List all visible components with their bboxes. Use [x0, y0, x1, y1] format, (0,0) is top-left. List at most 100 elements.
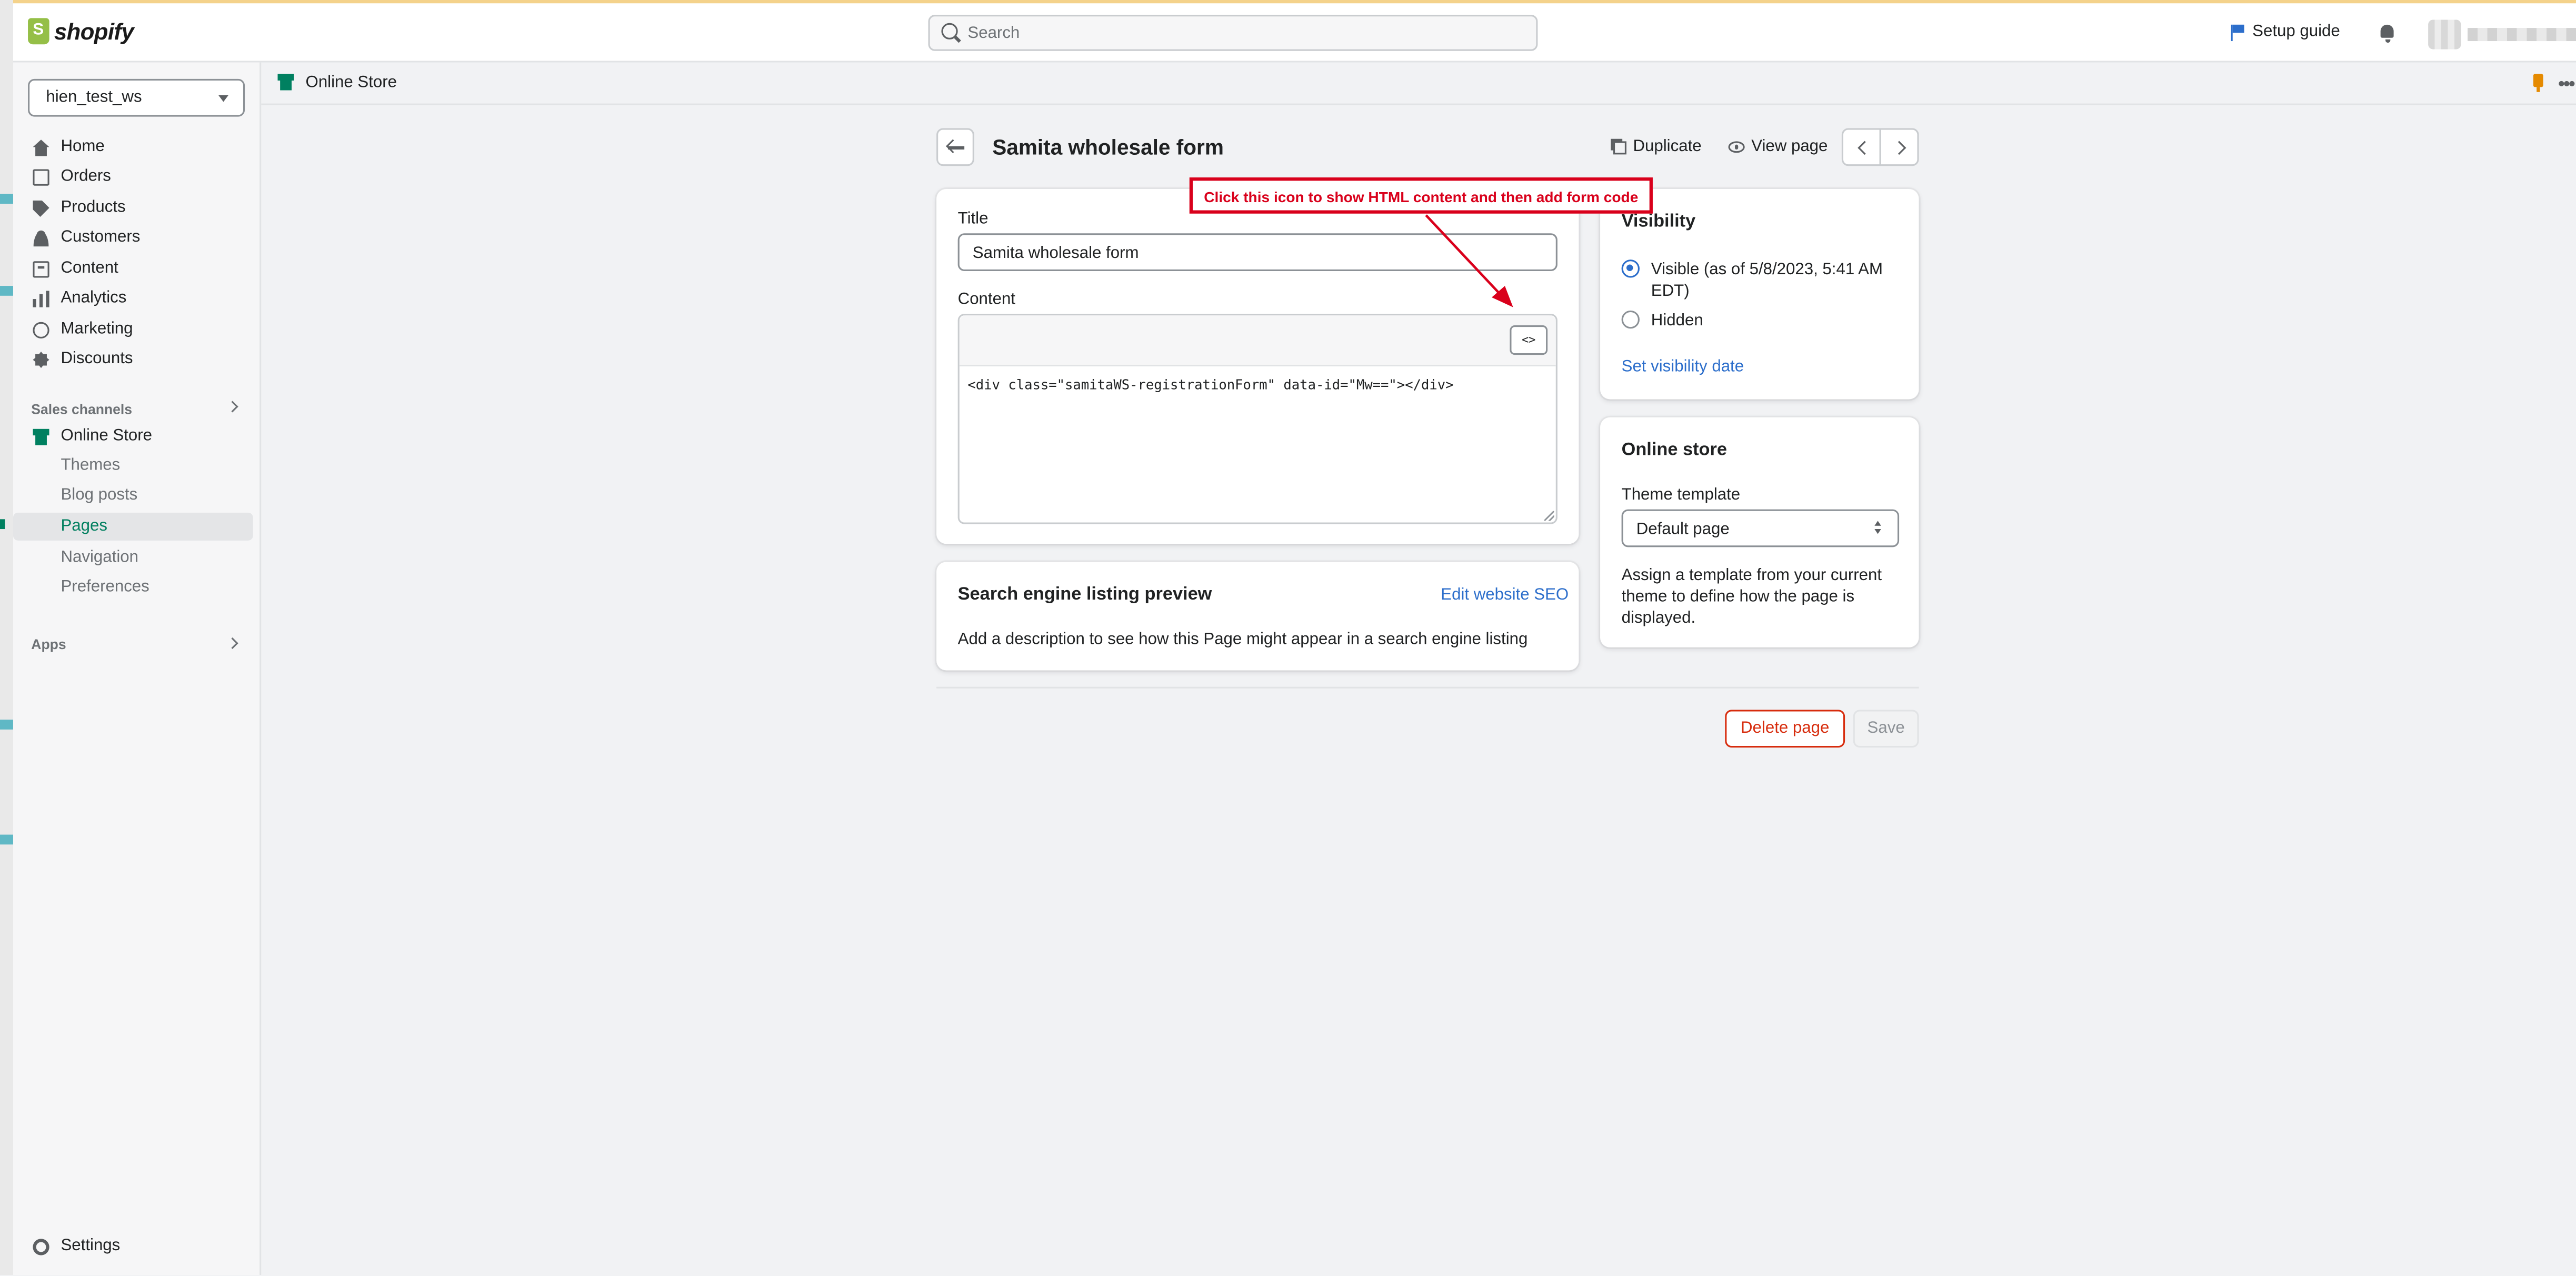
orders-icon [33, 169, 49, 186]
sidebar-item-discounts[interactable]: Discounts [13, 345, 253, 374]
content-editor[interactable]: <> <div class="samitaWS-registrationForm… [957, 314, 1557, 524]
visible-radio[interactable] [1621, 260, 1640, 278]
annotation-callout: Click this icon to show HTML content and… [1189, 177, 1653, 214]
seo-heading: Search engine listing preview [957, 585, 1212, 605]
gear-icon [33, 1239, 49, 1255]
theme-template-select[interactable]: Default page [1621, 509, 1900, 547]
sidebar-item-analytics[interactable]: Analytics [13, 284, 253, 314]
account-name-redacted[interactable] [2468, 28, 2576, 42]
store-selector[interactable]: hien_test_ws [28, 78, 245, 117]
sidebar-subitem-pages[interactable]: Pages [13, 512, 253, 541]
content-icon [33, 261, 49, 278]
sidebar-item-marketing[interactable]: Marketing [13, 315, 253, 345]
sidebar-subitem-navigation[interactable]: Navigation [13, 544, 253, 572]
background-decor [0, 720, 13, 730]
select-arrows-icon [1874, 521, 1883, 535]
duplicate-label: Duplicate [1633, 138, 1702, 156]
sales-channels-heading: Sales channels [31, 401, 133, 417]
sidebar-subitem-preferences[interactable]: Preferences [13, 573, 253, 601]
breadcrumb-label[interactable]: Online Store [306, 74, 397, 92]
setup-guide-label: Setup guide [2252, 23, 2340, 42]
sidebar-item-customers[interactable]: Customers [13, 223, 253, 253]
set-visibility-date-link[interactable]: Set visibility date [1622, 358, 1744, 376]
sidebar-subitem-themes[interactable]: Themes [13, 452, 253, 480]
sidebar-item-label: Analytics [61, 289, 127, 307]
duplicate-button[interactable]: Duplicate [1613, 138, 1702, 156]
sidebar-item-label: Discounts [61, 350, 133, 368]
title-input[interactable]: Samita wholesale form [957, 233, 1557, 271]
pin-icon[interactable] [2533, 74, 2543, 92]
background-decor [0, 286, 13, 296]
hidden-label: Hidden [1651, 312, 1703, 331]
content-label: Content [957, 291, 1015, 309]
view-page-button[interactable]: View page [1728, 138, 1828, 156]
visibility-card: Visibility Visible (as of 5/8/2023, 5:41… [1600, 188, 1919, 400]
sidebar-subitem-label: Themes [61, 456, 121, 475]
seo-card: Search engine listing preview Edit websi… [936, 562, 1579, 671]
background-decor [0, 194, 13, 204]
eye-icon [1728, 141, 1745, 153]
sidebar-item-label: Marketing [61, 320, 133, 338]
search-placeholder: Search [967, 24, 1020, 43]
edit-seo-link[interactable]: Edit website SEO [1441, 586, 1569, 604]
sidebar-item-online-store[interactable]: Online Store [13, 422, 253, 452]
more-horizontal-icon[interactable]: ••• [2558, 72, 2575, 95]
next-page-button[interactable] [1879, 128, 1919, 166]
store-icon [33, 428, 49, 445]
stage: shopify Search Setup guide hien_test_ws … [0, 0, 2576, 1275]
sidebar-item-home[interactable]: Home [13, 133, 253, 163]
home-icon [33, 139, 49, 156]
tag-icon [33, 200, 49, 217]
editor-toolbar: <> [959, 315, 1556, 367]
shopify-bag-icon [28, 18, 49, 45]
resize-handle[interactable] [1544, 511, 1554, 521]
back-button[interactable] [936, 128, 974, 166]
page-title: Samita wholesale form [992, 134, 1224, 160]
background-decor [0, 519, 5, 530]
target-icon [33, 322, 49, 338]
hidden-radio[interactable] [1621, 310, 1640, 329]
shopify-logo[interactable]: shopify [28, 18, 134, 45]
delete-page-button[interactable]: Delete page [1725, 710, 1845, 748]
sidebar-item-label: Home [61, 138, 105, 156]
bell-icon[interactable] [2380, 24, 2394, 43]
sidebar-item-label: Customers [61, 228, 141, 247]
caret-down-icon [218, 95, 228, 102]
online-store-card: Online store Theme template Default page… [1600, 417, 1919, 647]
theme-template-value: Default page [1636, 521, 1730, 539]
online-store-heading: Online store [1621, 440, 1727, 460]
breadcrumb: Online Store ••• [261, 63, 2576, 105]
template-help-line1: Assign a template from your current [1621, 566, 1882, 585]
visible-label-line1: Visible (as of 5/8/2023, 5:41 AM [1651, 261, 1883, 280]
sidebar-item-label: Settings [61, 1237, 121, 1255]
chevron-right-icon[interactable] [226, 637, 238, 649]
background-decor [0, 834, 13, 845]
setup-guide-button[interactable]: Setup guide [2231, 23, 2340, 41]
save-button[interactable]: Save [1853, 710, 1919, 748]
chevron-right-icon[interactable] [226, 401, 238, 413]
sidebar-item-orders[interactable]: Orders [13, 163, 253, 192]
title-input-value: Samita wholesale form [972, 245, 1139, 263]
footer-divider [936, 686, 1919, 689]
search-input[interactable]: Search [928, 15, 1538, 51]
sidebar-subitem-label: Blog posts [61, 486, 138, 505]
sidebar-item-products[interactable]: Products [13, 194, 253, 223]
avatar[interactable] [2428, 19, 2461, 49]
visibility-heading: Visibility [1621, 212, 1696, 232]
seo-description: Add a description to see how this Page m… [957, 631, 1528, 649]
flag-icon [2231, 24, 2245, 42]
show-html-button[interactable]: <> [1510, 325, 1548, 355]
visible-label-line2: EDT) [1651, 282, 1690, 301]
sidebar-item-content[interactable]: Content [13, 255, 253, 284]
store-name: hien_test_ws [46, 88, 142, 107]
store-icon [277, 74, 294, 91]
previous-page-button[interactable] [1841, 128, 1881, 166]
apps-heading[interactable]: Apps [31, 636, 66, 652]
sidebar-item-settings[interactable]: Settings [13, 1232, 253, 1262]
html-code-content[interactable]: <div class="samitaWS-registrationForm" d… [967, 376, 1453, 393]
chevron-right-icon [1892, 141, 1906, 155]
sidebar-subitem-blog-posts[interactable]: Blog posts [13, 482, 253, 510]
sidebar-subitem-label: Preferences [61, 578, 149, 596]
sidebar-item-label: Content [61, 260, 118, 278]
sidebar-item-label: Orders [61, 167, 111, 186]
